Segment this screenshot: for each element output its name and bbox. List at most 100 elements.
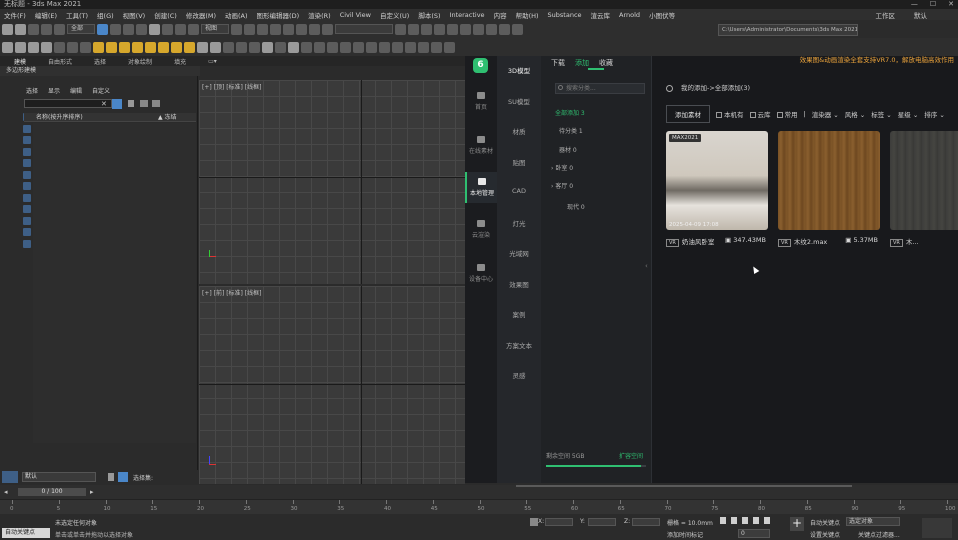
displace-icon[interactable] xyxy=(275,41,286,53)
tree-item[interactable]: 待分类 1 xyxy=(559,126,583,135)
hair-icon[interactable] xyxy=(262,41,273,53)
tree-item[interactable]: › 客厅 0 xyxy=(551,181,573,190)
ribbon-tab[interactable]: 建模 xyxy=(14,57,26,66)
keyboard-shortcut-icon[interactable] xyxy=(257,23,268,35)
checkbox-icon[interactable] xyxy=(776,112,783,118)
layer-dropdown[interactable]: 默认 xyxy=(22,472,96,482)
ribbon-tab[interactable]: 填充 xyxy=(174,57,186,66)
filter-checkbox[interactable]: 云库 xyxy=(749,109,771,119)
vray-render-icon[interactable] xyxy=(379,41,390,53)
undo-icon[interactable] xyxy=(2,23,13,35)
filter-groups-icon[interactable] xyxy=(23,182,31,190)
clear-icon[interactable]: ✕ xyxy=(101,100,107,108)
x-coord-input[interactable] xyxy=(545,518,573,526)
sun-icon[interactable] xyxy=(158,41,169,53)
ribbon-options-icon[interactable]: ▭▾ xyxy=(208,58,217,65)
create-key-button[interactable]: + xyxy=(790,517,804,531)
cylinder-icon[interactable] xyxy=(41,41,52,53)
slider-right-icon[interactable]: ▸ xyxy=(90,488,94,496)
nav-cloud-render[interactable]: 云渲染 xyxy=(465,220,497,239)
menu-item[interactable]: 编辑(E) xyxy=(35,10,66,20)
render-setup-icon[interactable] xyxy=(486,23,497,35)
layer-list-icon[interactable] xyxy=(108,473,114,481)
menu-item[interactable]: 工具(T) xyxy=(66,10,97,20)
project-path[interactable]: C:\Users\Administrator\Documents\3ds Max… xyxy=(718,24,858,36)
category-item[interactable]: 光域网 xyxy=(497,248,541,258)
close-icon[interactable]: ✕ xyxy=(948,0,954,9)
box-icon[interactable] xyxy=(28,41,39,53)
filter-dropdown[interactable]: 星级 ⌄ xyxy=(898,109,919,119)
explorer-menu-item[interactable]: 选择 xyxy=(26,86,38,95)
scale-tool-icon[interactable] xyxy=(405,41,416,53)
menu-item[interactable]: 内容 xyxy=(494,10,516,20)
explorer-list[interactable] xyxy=(33,123,196,443)
move-icon[interactable] xyxy=(149,23,160,35)
current-frame-input[interactable]: 0 xyxy=(738,529,770,538)
lock-icon[interactable] xyxy=(128,100,134,107)
filter-containers-icon[interactable] xyxy=(23,216,31,225)
menu-item[interactable]: 帮助(H) xyxy=(516,10,548,20)
filter-icon[interactable] xyxy=(112,99,122,109)
category-item[interactable]: 效果图 xyxy=(497,279,541,289)
filter-checkbox[interactable]: 本机有 xyxy=(716,109,744,119)
refresh-icon[interactable] xyxy=(666,84,673,92)
filter-frozen-icon[interactable] xyxy=(23,228,31,236)
tree-item[interactable]: › 卧室 0 xyxy=(551,163,573,172)
cut-icon[interactable] xyxy=(431,41,442,53)
y-coord-input[interactable] xyxy=(588,518,616,526)
window-crossing-icon[interactable] xyxy=(136,23,147,35)
teapot-icon[interactable] xyxy=(2,41,13,53)
checkbox-icon[interactable] xyxy=(716,112,722,118)
checkbox-icon[interactable] xyxy=(749,112,756,118)
time-slider[interactable]: 0 / 100 xyxy=(18,488,86,496)
asset-card[interactable]: VR木...▣ xyxy=(890,131,958,258)
asset-name[interactable]: 木纹2.max xyxy=(794,238,827,246)
render-frame-icon[interactable] xyxy=(499,23,510,35)
material-editor-icon[interactable] xyxy=(473,23,484,35)
nav-device[interactable]: 设备中心 xyxy=(465,264,497,283)
category-item[interactable]: 3D模型 xyxy=(497,65,541,75)
fur-icon[interactable] xyxy=(223,41,234,53)
plugin-tab[interactable]: 添加 xyxy=(575,58,599,68)
menu-item[interactable]: 组(G) xyxy=(97,10,123,20)
proxy-icon[interactable] xyxy=(210,41,221,53)
auto-key-button[interactable]: 自动关键点 xyxy=(810,518,840,527)
category-item[interactable]: CAD xyxy=(497,187,541,195)
maximize-icon[interactable]: ☐ xyxy=(930,0,936,9)
nav-local[interactable]: 本地管理 xyxy=(465,172,497,203)
menu-item[interactable]: 渲染(R) xyxy=(308,10,340,20)
ribbon-tab[interactable]: 对象绘制 xyxy=(128,57,152,66)
align-icon[interactable] xyxy=(408,23,419,35)
tree-item[interactable]: 器材 0 xyxy=(559,145,577,154)
z-coord-input[interactable] xyxy=(632,518,660,526)
filter-shapes-icon[interactable] xyxy=(23,124,31,133)
viewport-front-label[interactable]: [+] [前] [标准] [线框] xyxy=(202,288,261,297)
asset-thumbnail[interactable]: MAX2021 2025-04-09 17:08 xyxy=(666,131,768,230)
expand-space-link[interactable]: 扩容空间 xyxy=(619,451,643,460)
ies-light-icon[interactable] xyxy=(171,41,182,53)
plugin-tab[interactable]: 下载 xyxy=(551,58,575,68)
promo-banner[interactable]: 效果图&动画渲染全套支持VR7.0，解放电脑高效作用 xyxy=(754,56,954,65)
play-icon[interactable] xyxy=(742,517,748,524)
layer-tool-icon[interactable] xyxy=(418,41,429,53)
omni-light-icon[interactable] xyxy=(132,41,143,53)
schematic-icon[interactable] xyxy=(460,23,471,35)
select-object-icon[interactable] xyxy=(97,23,108,35)
category-item[interactable]: 贴图 xyxy=(497,157,541,167)
selection-set-icon[interactable] xyxy=(118,472,128,482)
auto-key-field[interactable]: 自动关键点 xyxy=(2,528,50,538)
globe-icon[interactable] xyxy=(197,41,208,53)
reference-coord-combo[interactable]: 视图 xyxy=(201,24,229,34)
plugin-tab[interactable]: 收藏 xyxy=(599,58,623,68)
filter-lights-icon[interactable] xyxy=(23,136,31,144)
menu-item[interactable]: 文件(F) xyxy=(4,10,35,20)
selected-dropdown[interactable]: 选定对象 xyxy=(846,517,900,526)
material-icon[interactable] xyxy=(249,41,260,53)
plugin-logo[interactable]: 6 xyxy=(473,58,488,73)
category-item[interactable]: SU模型 xyxy=(497,96,541,106)
explorer-menu-item[interactable]: 编辑 xyxy=(70,86,82,95)
sphere-icon[interactable] xyxy=(15,41,26,53)
filter-dropdown[interactable]: 风格 ⌄ xyxy=(845,109,866,119)
spot-light-icon[interactable] xyxy=(93,41,104,53)
ribbon-tab[interactable]: 选择 xyxy=(94,57,106,66)
